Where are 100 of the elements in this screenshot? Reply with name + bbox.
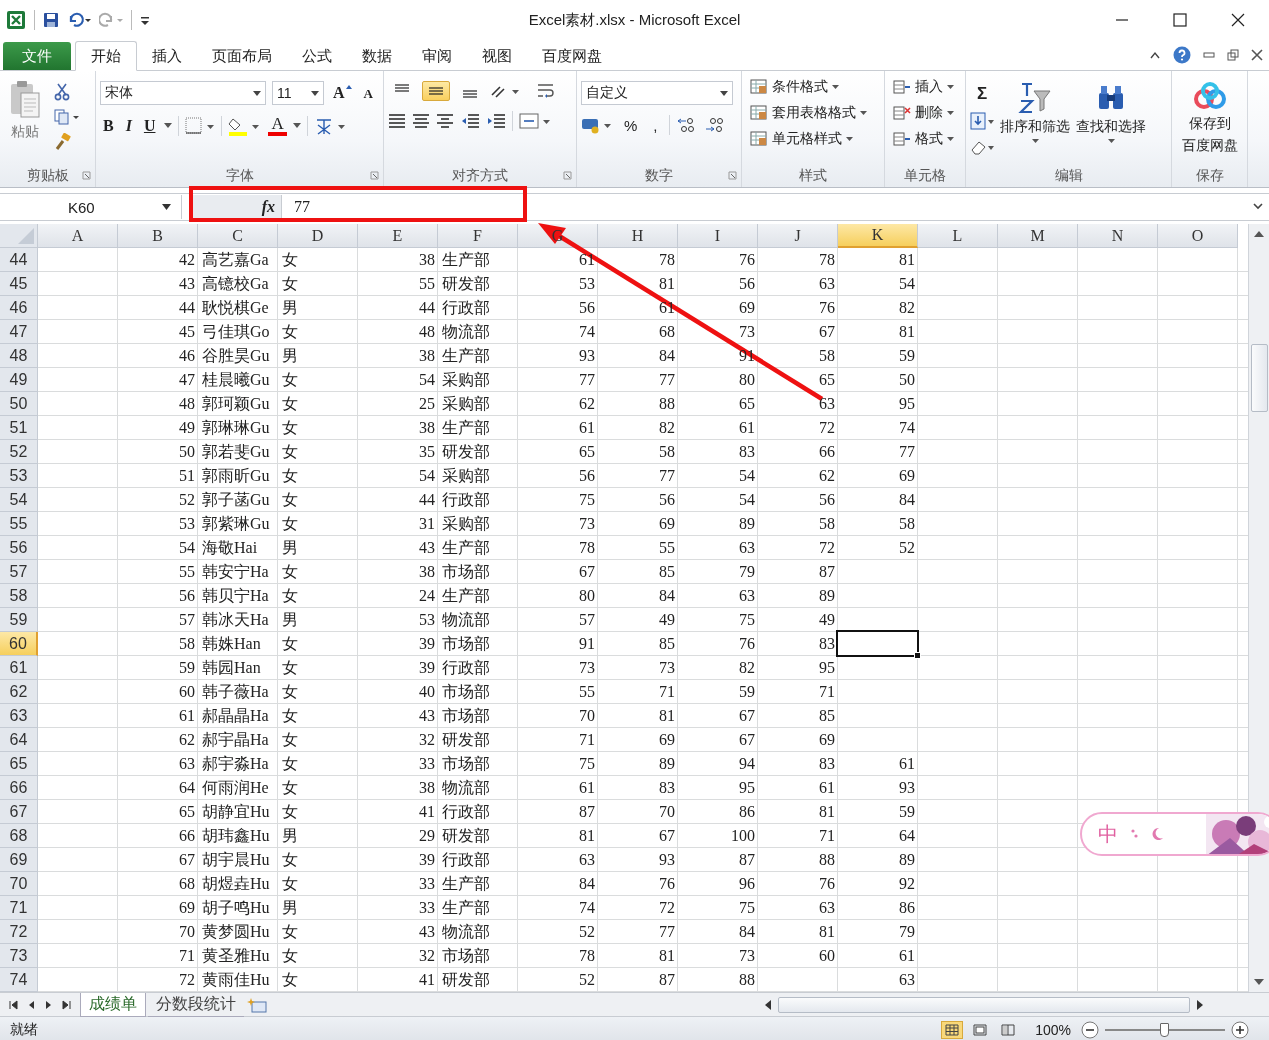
row-header[interactable]: 74 <box>0 968 38 992</box>
restore-icon[interactable] <box>1227 49 1239 61</box>
vertical-scrollbar[interactable] <box>1248 224 1269 992</box>
dialog-launcher-icon[interactable] <box>82 171 91 180</box>
row-header[interactable]: 62 <box>0 680 38 704</box>
find-select-button[interactable]: 查找和选择 <box>1076 77 1146 165</box>
column-header[interactable]: O <box>1158 224 1238 248</box>
zoom-in-icon[interactable] <box>1231 1021 1249 1039</box>
font-color-button[interactable]: A <box>268 115 287 136</box>
expand-icon[interactable] <box>1253 203 1263 211</box>
cut-icon[interactable] <box>54 83 70 101</box>
row-header[interactable]: 51 <box>0 416 38 440</box>
grow-font-button[interactable]: A <box>330 83 355 103</box>
row-header[interactable]: 66 <box>0 776 38 800</box>
autosum-button[interactable]: Σ <box>970 83 994 104</box>
caret-icon[interactable] <box>720 90 728 96</box>
column-header[interactable]: H <box>598 224 678 248</box>
font-name-field[interactable]: 宋体 <box>100 81 266 105</box>
caret-icon[interactable] <box>311 90 319 96</box>
ribbon-tab[interactable]: 数据 <box>347 42 407 70</box>
zoom-out-icon[interactable] <box>1081 1021 1099 1039</box>
sheet-tab[interactable]: 分数段统计 <box>148 992 244 1017</box>
column-header[interactable]: K <box>838 224 918 248</box>
maximize-icon[interactable] <box>1173 13 1187 27</box>
row-header[interactable]: 59 <box>0 608 38 632</box>
ribbon-tab[interactable]: 审阅 <box>407 42 467 70</box>
bold-button[interactable]: B <box>100 115 117 136</box>
shrink-font-button[interactable]: A <box>360 84 376 102</box>
ribbon-tab[interactable]: 百度网盘 <box>527 42 617 70</box>
style-menu-button[interactable]: 单元格样式 <box>746 127 880 151</box>
column-header[interactable]: E <box>358 224 438 248</box>
horizontal-align-icon[interactable] <box>436 113 454 129</box>
row-header[interactable]: 48 <box>0 344 38 368</box>
column-header[interactable]: N <box>1078 224 1158 248</box>
font-size-field[interactable]: 11 <box>272 81 324 105</box>
zoom-level[interactable]: 100% <box>1035 1022 1071 1038</box>
style-menu-button[interactable]: 套用表格格式 <box>746 101 880 125</box>
row-header[interactable]: 63 <box>0 704 38 728</box>
row-header[interactable]: 46 <box>0 296 38 320</box>
column-header[interactable]: J <box>758 224 838 248</box>
currency-icon[interactable] <box>581 116 613 134</box>
format-painter-icon[interactable] <box>54 133 72 151</box>
caret-icon[interactable] <box>253 90 261 96</box>
row-header[interactable]: 56 <box>0 536 38 560</box>
decrease-indent-icon[interactable] <box>460 113 480 129</box>
row-header[interactable]: 47 <box>0 320 38 344</box>
cells-menu-button[interactable]: 删除 <box>889 101 961 125</box>
sheet-tab[interactable]: 成绩单 <box>80 992 146 1017</box>
column-header[interactable]: D <box>278 224 358 248</box>
italic-button[interactable]: I <box>122 115 135 136</box>
save-icon[interactable] <box>43 12 59 28</box>
column-header[interactable]: F <box>438 224 518 248</box>
insert-function-button[interactable]: fx <box>261 198 275 216</box>
row-header[interactable]: 71 <box>0 896 38 920</box>
row-header[interactable]: 49 <box>0 368 38 392</box>
row-header[interactable]: 67 <box>0 800 38 824</box>
row-header[interactable]: 61 <box>0 656 38 680</box>
cells-menu-button[interactable]: 插入 <box>889 75 961 99</box>
ribbon-tab[interactable]: 开始 <box>75 41 137 71</box>
row-header[interactable]: 50 <box>0 392 38 416</box>
slider-thumb[interactable] <box>1160 1023 1169 1037</box>
collapse-ribbon-icon[interactable] <box>1149 50 1161 60</box>
horizontal-align-icon[interactable] <box>388 113 406 129</box>
sort-filter-button[interactable]: 排序和筛选 <box>1000 77 1070 165</box>
border-icon[interactable] <box>185 116 216 135</box>
dialog-launcher-icon[interactable] <box>370 171 379 180</box>
comma-button[interactable]: , <box>648 116 663 134</box>
column-header[interactable]: L <box>918 224 998 248</box>
number-format-field[interactable]: 自定义 <box>581 81 733 105</box>
row-header[interactable]: 64 <box>0 728 38 752</box>
row-header[interactable]: 72 <box>0 920 38 944</box>
row-header[interactable]: 73 <box>0 944 38 968</box>
copy-icon[interactable] <box>54 109 80 125</box>
active-cell[interactable] <box>836 630 919 657</box>
excel-logo-icon[interactable] <box>6 10 26 30</box>
row-header[interactable]: 58 <box>0 584 38 608</box>
scroll-thumb[interactable] <box>1250 344 1268 412</box>
caret-icon[interactable] <box>292 123 301 128</box>
punctuation-icon[interactable] <box>1130 828 1140 840</box>
vertical-align-button[interactable] <box>422 81 450 101</box>
name-box[interactable]: K60 <box>4 195 182 219</box>
paste-button[interactable]: 粘贴 <box>4 77 46 165</box>
sheet-nav-icon[interactable] <box>62 999 72 1010</box>
ribbon-tab[interactable]: 公式 <box>287 42 347 70</box>
ribbon-tab[interactable]: 视图 <box>467 42 527 70</box>
close-icon[interactable] <box>1251 49 1263 61</box>
view-button[interactable] <box>941 1021 964 1039</box>
dialog-launcher-icon[interactable] <box>563 171 572 180</box>
fill-down-icon[interactable] <box>970 112 994 130</box>
underline-button[interactable]: U <box>140 115 159 136</box>
caret-icon[interactable] <box>162 204 171 210</box>
row-header[interactable]: 44 <box>0 248 38 272</box>
scroll-left-icon[interactable] <box>764 999 772 1010</box>
file-tab[interactable]: 文件 <box>3 42 71 70</box>
row-header[interactable]: 55 <box>0 512 38 536</box>
row-header[interactable]: 54 <box>0 488 38 512</box>
cells-menu-button[interactable]: 格式 <box>889 127 961 151</box>
column-header[interactable]: A <box>38 224 118 248</box>
formula-input[interactable]: 77 <box>282 198 1253 216</box>
row-header[interactable]: 68 <box>0 824 38 848</box>
